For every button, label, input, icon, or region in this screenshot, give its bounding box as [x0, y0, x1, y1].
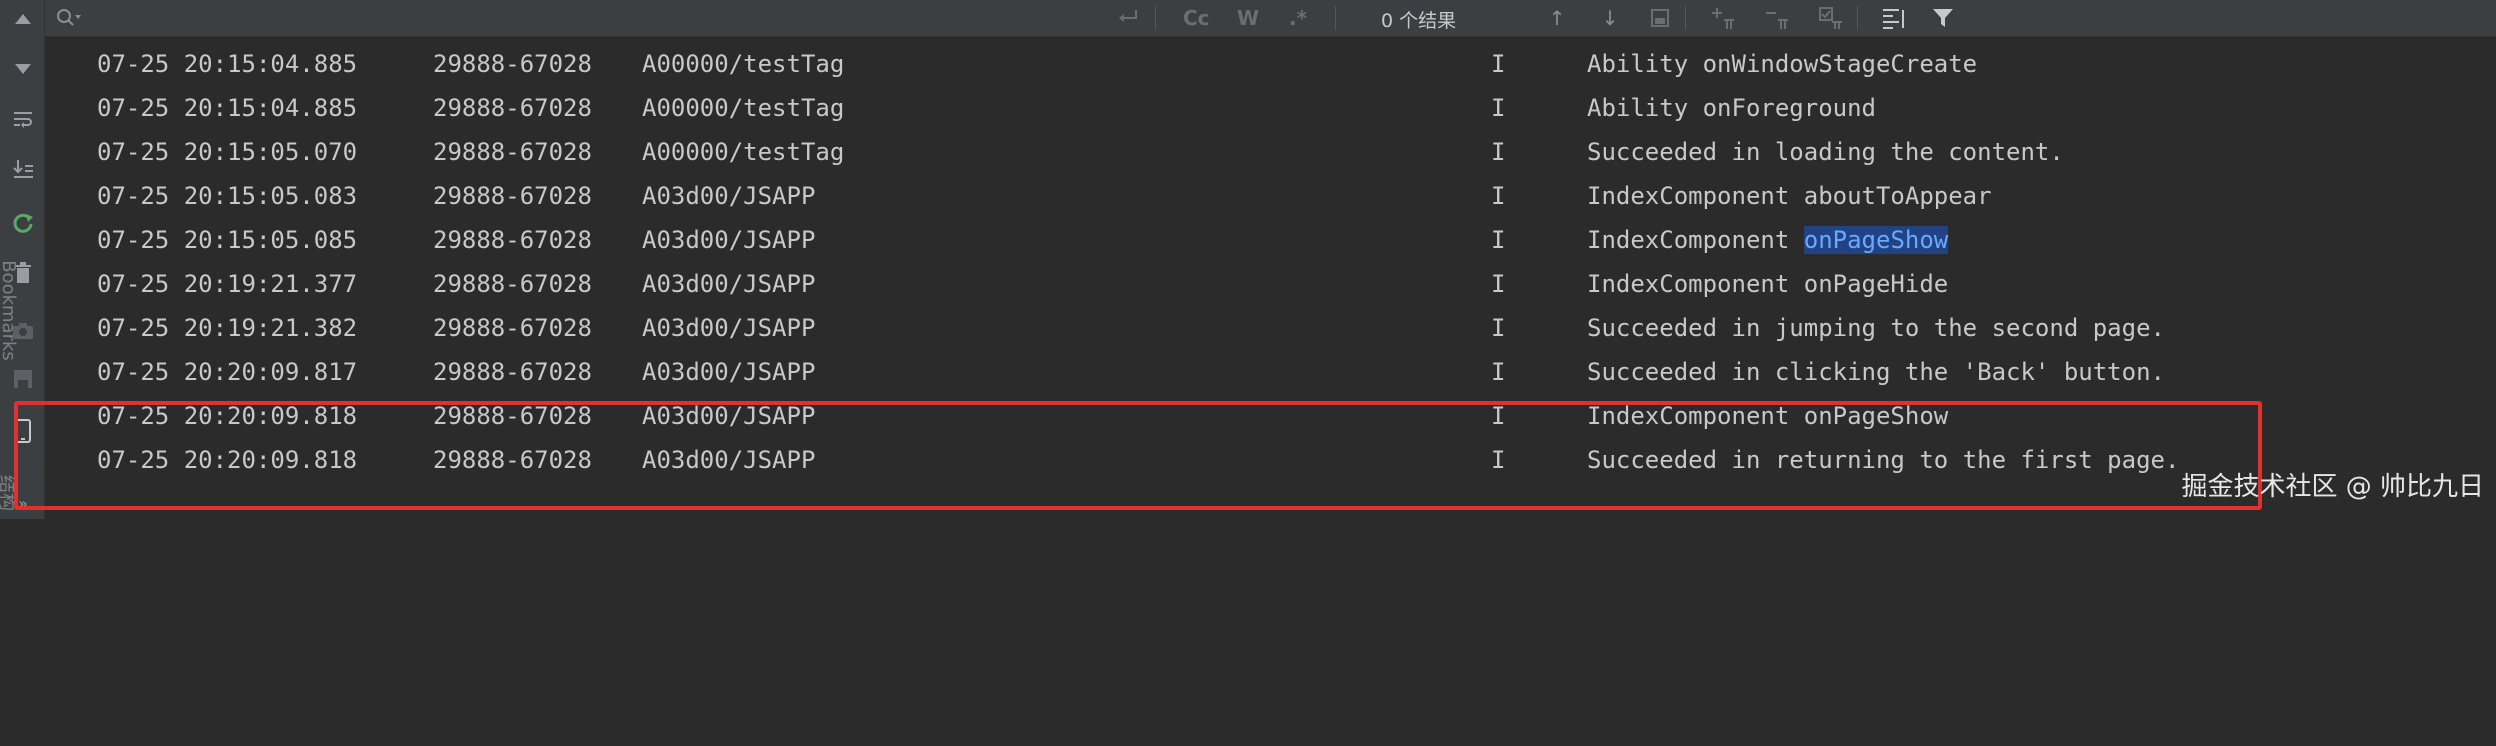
log-tag: A00000/testTag: [642, 94, 845, 122]
log-level: I: [1491, 94, 1506, 122]
log-pid: 29888-67028: [433, 182, 592, 210]
log-tag: A00000/testTag: [642, 138, 845, 166]
log-tag: A03d00/JSAPP: [642, 358, 816, 386]
add-occurrence-icon[interactable]: [1708, 4, 1738, 32]
scroll-down-icon[interactable]: [12, 58, 34, 80]
toolbar-separator: [1335, 6, 1336, 30]
scroll-to-end-icon[interactable]: [12, 158, 34, 180]
log-pid: 29888-67028: [433, 314, 592, 342]
remove-occurrence-icon[interactable]: [1762, 4, 1792, 32]
filter-icon[interactable]: [1928, 4, 1958, 32]
log-timestamp: 07-25 20:15:05.083: [97, 182, 358, 210]
log-message: IndexComponent aboutToAppear: [1587, 182, 1992, 210]
log-timestamp: 07-25 20:15:05.085: [97, 226, 358, 254]
whole-words-button[interactable]: W: [1237, 6, 1259, 30]
watermark: 掘金技术社区 @ 帅比九日: [2181, 472, 2484, 502]
log-message: IndexComponent onPageShow: [1587, 218, 1949, 262]
search-input[interactable]: [115, 4, 1019, 32]
results-count: 0 个结果: [1381, 10, 1457, 32]
search-icon[interactable]: [53, 4, 83, 32]
log-level: I: [1491, 270, 1506, 298]
search-field[interactable]: [45, 0, 1137, 36]
log-message: Ability onWindowStageCreate: [1587, 50, 1978, 78]
enter-icon[interactable]: [1113, 4, 1143, 32]
log-tag: A03d00/JSAPP: [642, 314, 816, 342]
log-level: I: [1491, 314, 1506, 342]
log-pid: 29888-67028: [433, 94, 592, 122]
log-pid: 29888-67028: [433, 50, 592, 78]
log-row[interactable]: 07-25 20:15:05.085 29888-67028 A03d00/JS…: [45, 218, 2496, 262]
log-level: I: [1491, 226, 1506, 254]
restart-icon[interactable]: [12, 212, 34, 234]
log-level: I: [1491, 182, 1506, 210]
select-all-occurrences-icon[interactable]: [1645, 4, 1675, 32]
log-level: I: [1491, 358, 1506, 386]
log-message: Succeeded in loading the content.: [1587, 138, 2064, 166]
log-pid: 29888-67028: [433, 226, 592, 254]
log-pid: 29888-67028: [433, 358, 592, 386]
scroll-up-icon[interactable]: [12, 8, 34, 30]
log-message: Ability onForeground: [1587, 94, 1876, 122]
soft-wrap-icon[interactable]: [12, 108, 34, 130]
log-timestamp: 07-25 20:15:04.885: [97, 94, 358, 122]
log-timestamp: 07-25 20:15:04.885: [97, 50, 358, 78]
regex-button[interactable]: .*: [1289, 6, 1307, 30]
log-message: Succeeded in jumping to the second page.: [1587, 314, 2165, 342]
log-timestamp: 07-25 20:19:21.382: [97, 314, 358, 342]
log-message: Succeeded in clicking the 'Back' button.: [1587, 358, 2165, 386]
toolbar-separator: [1155, 6, 1156, 30]
log-tag: A03d00/JSAPP: [642, 182, 816, 210]
log-tag: A03d00/JSAPP: [642, 226, 816, 254]
log-timestamp: 07-25 20:20:09.817: [97, 358, 358, 386]
log-level: I: [1491, 138, 1506, 166]
log-toolbar: Cc W .* 0 个结果 ↑ ↓: [45, 0, 2496, 37]
select-occurrences-icon[interactable]: [1816, 4, 1846, 32]
toolbar-separator: [1685, 6, 1686, 30]
log-tag: A03d00/JSAPP: [642, 270, 816, 298]
log-message-prefix: IndexComponent: [1587, 226, 1804, 254]
log-pid: 29888-67028: [433, 138, 592, 166]
multiline-icon[interactable]: [1879, 4, 1909, 32]
log-timestamp: 07-25 20:19:21.377: [97, 270, 358, 298]
log-row[interactable]: 07-25 20:15:05.083 29888-67028 A03d00/JS…: [45, 174, 2496, 218]
search-highlight: onPageShow: [1803, 226, 1949, 254]
match-case-button[interactable]: Cc: [1183, 6, 1210, 30]
log-tag: A00000/testTag: [642, 50, 845, 78]
log-pid: 29888-67028: [433, 270, 592, 298]
save-icon[interactable]: [12, 368, 34, 390]
toolbar-separator: [1857, 6, 1858, 30]
log-row[interactable]: 07-25 20:19:21.382 29888-67028 A03d00/JS…: [45, 306, 2496, 350]
log-row[interactable]: 07-25 20:15:04.885 29888-67028 A00000/te…: [45, 86, 2496, 130]
arrow-up-icon[interactable]: ↑: [1542, 4, 1572, 32]
log-row[interactable]: 07-25 20:15:05.070 29888-67028 A00000/te…: [45, 130, 2496, 174]
log-row[interactable]: 07-25 20:15:04.885 29888-67028 A00000/te…: [45, 42, 2496, 86]
log-row[interactable]: 07-25 20:19:21.377 29888-67028 A03d00/JS…: [45, 262, 2496, 306]
log-row[interactable]: 07-25 20:20:09.817 29888-67028 A03d00/JS…: [45, 350, 2496, 394]
arrow-down-icon[interactable]: ↓: [1595, 4, 1625, 32]
annotation-box: [14, 401, 2262, 510]
bookmarks-label[interactable]: Bookmarks: [0, 260, 19, 361]
log-timestamp: 07-25 20:15:05.070: [97, 138, 358, 166]
log-message: IndexComponent onPageHide: [1587, 270, 1949, 298]
log-level: I: [1491, 50, 1506, 78]
